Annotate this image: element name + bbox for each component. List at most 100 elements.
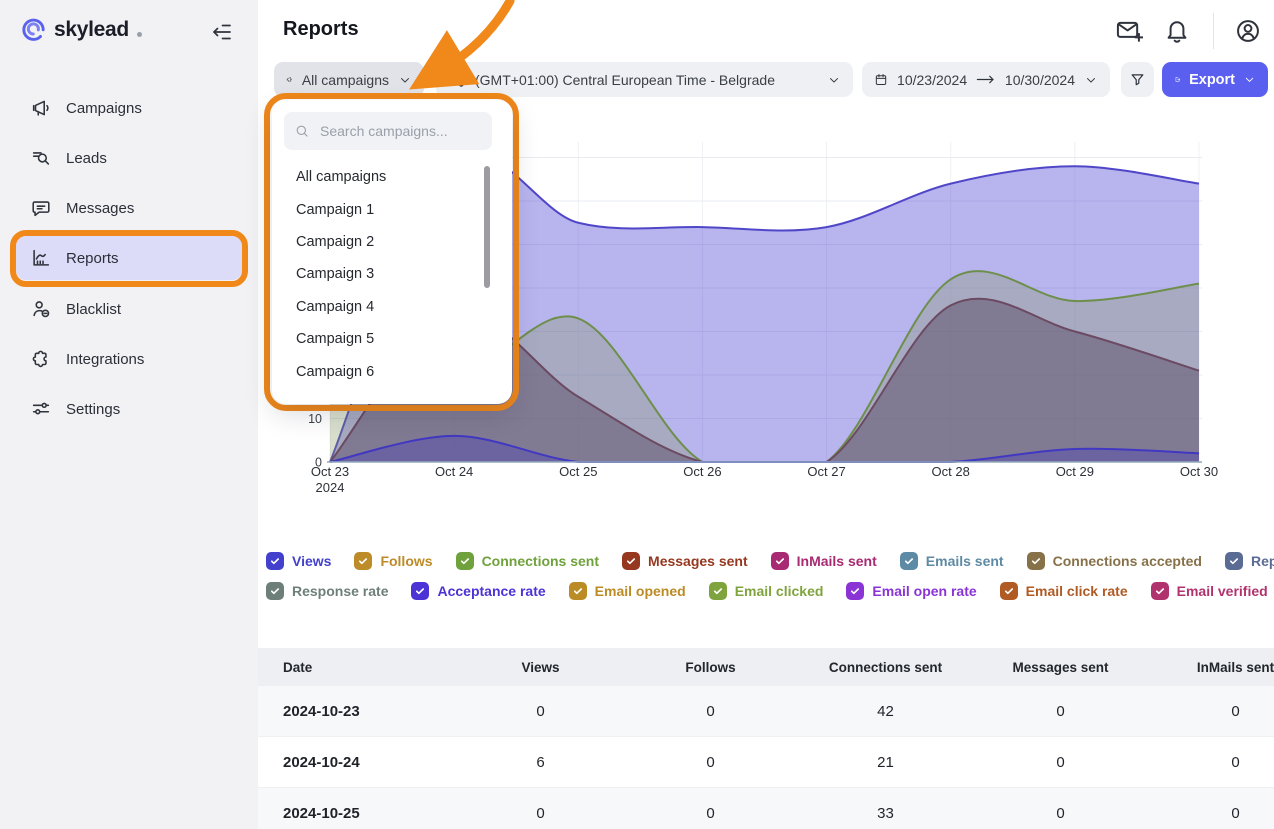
- legend-checkbox: [1027, 552, 1045, 570]
- campaign-option-4[interactable]: Campaign 4: [272, 291, 500, 323]
- campaign-option-0[interactable]: All campaigns: [272, 161, 500, 193]
- value-cell: 0: [1148, 805, 1274, 822]
- timezone-select[interactable]: (GMT+01:00) Central European Time - Belg…: [436, 62, 853, 97]
- clock-settings-icon: [448, 71, 466, 89]
- mail-plus-button[interactable]: [1115, 17, 1143, 45]
- account-button[interactable]: [1234, 17, 1262, 45]
- campaign-option-5[interactable]: Campaign 5: [272, 323, 500, 355]
- sidebar-item-messages[interactable]: Messages: [16, 186, 242, 230]
- svg-text:Oct 27: Oct 27: [807, 464, 845, 479]
- table-row-2024-10-24: 2024-10-24602100: [258, 737, 1274, 788]
- filter-button[interactable]: [1121, 62, 1154, 97]
- chart-legend-row-1: Views Follows Connections sent Messages sen…: [266, 552, 1274, 570]
- dropdown-scrollbar-thumb[interactable]: [484, 166, 490, 288]
- check-icon: [774, 555, 786, 567]
- notifications-button[interactable]: [1163, 17, 1191, 45]
- check-icon: [269, 585, 281, 597]
- legend-toggle-messages-sent[interactable]: Messages sent: [622, 552, 748, 570]
- puzzle-icon: [30, 348, 52, 370]
- collapse-sidebar-icon: [210, 20, 234, 44]
- legend-toggle-email-verified[interactable]: Email verified: [1151, 582, 1268, 600]
- legend-toggle-response-rate[interactable]: Response rate: [266, 582, 388, 600]
- legend-toggle-connections-sent[interactable]: Connections sent: [456, 552, 599, 570]
- value-cell: 42: [798, 703, 973, 720]
- legend-toggle-email-clicked[interactable]: Email clicked: [709, 582, 824, 600]
- svg-text:Oct 24: Oct 24: [435, 464, 473, 479]
- legend-checkbox: [354, 552, 372, 570]
- megaphone-icon: [30, 97, 52, 119]
- check-icon: [357, 555, 369, 567]
- sidebar-item-label: Integrations: [66, 351, 144, 368]
- sidebar-item-campaigns[interactable]: Campaigns: [16, 86, 242, 130]
- annotation-ring-reports: [10, 230, 248, 287]
- leads-search-icon: [30, 147, 52, 169]
- legend-checkbox: [266, 582, 284, 600]
- value-cell: 0: [623, 703, 798, 720]
- legend-toggle-emails-sent[interactable]: Emails sent: [900, 552, 1004, 570]
- legend-toggle-connections-accepted[interactable]: Connections accepted: [1027, 552, 1202, 570]
- check-icon: [572, 585, 584, 597]
- sidebar: skylead CampaignsLeadsMessagesReportsBla…: [0, 0, 258, 829]
- legend-toggle-inmails-sent[interactable]: InMails sent: [771, 552, 877, 570]
- campaign-option-1[interactable]: Campaign 1: [272, 193, 500, 225]
- column-header-messages-sent: Messages sent: [973, 660, 1148, 675]
- legend-checkbox: [411, 582, 429, 600]
- date-cell: 2024-10-25: [258, 805, 458, 822]
- sidebar-item-leads[interactable]: Leads: [16, 136, 242, 180]
- table-body: 2024-10-230042002024-10-246021002024-10-…: [258, 686, 1274, 829]
- legend-toggle-acceptance-rate[interactable]: Acceptance rate: [411, 582, 545, 600]
- legend-toggle-email-opened[interactable]: Email opened: [569, 582, 686, 600]
- legend-checkbox: [1151, 582, 1169, 600]
- legend-toggle-email-open-rate[interactable]: Email open rate: [846, 582, 976, 600]
- check-icon: [849, 585, 861, 597]
- svg-text:Oct 30: Oct 30: [1180, 464, 1218, 479]
- value-cell: 0: [623, 805, 798, 822]
- sidebar-item-blacklist[interactable]: Blacklist: [16, 287, 242, 331]
- date-range-picker[interactable]: 10/23/2024 10/30/2024: [862, 62, 1110, 97]
- search-campaigns-input[interactable]: [318, 122, 482, 140]
- check-icon: [712, 585, 724, 597]
- legend-checkbox: [622, 552, 640, 570]
- calendar-icon: [874, 71, 888, 88]
- sidebar-item-label: Settings: [66, 401, 120, 418]
- campaign-filter-button[interactable]: All campaigns: [274, 62, 424, 97]
- mail-plus-icon: [1115, 17, 1143, 45]
- legend-toggle-follows[interactable]: Follows: [354, 552, 432, 570]
- legend-toggle-views[interactable]: Views: [266, 552, 331, 570]
- value-cell: 0: [458, 703, 623, 720]
- sidebar-item-integrations[interactable]: Integrations: [16, 337, 242, 381]
- legend-checkbox: [569, 582, 587, 600]
- export-file-icon: [1174, 71, 1181, 88]
- logo-text: skylead: [54, 18, 129, 42]
- legend-checkbox: [266, 552, 284, 570]
- check-icon: [1030, 555, 1042, 567]
- value-cell: 0: [458, 805, 623, 822]
- collapse-sidebar-button[interactable]: [210, 19, 236, 45]
- check-icon: [1154, 585, 1166, 597]
- funnel-icon: [1129, 71, 1146, 88]
- legend-toggle-replies-received[interactable]: Replies received: [1225, 552, 1274, 570]
- chevron-down-icon: [1243, 73, 1256, 86]
- campaign-dropdown: All campaignsCampaign 1Campaign 2Campaig…: [272, 100, 512, 404]
- column-header-views: Views: [458, 660, 623, 675]
- date-cell: 2024-10-23: [258, 703, 458, 720]
- user-avatar-icon: [1234, 17, 1262, 45]
- campaign-option-3[interactable]: Campaign 3: [272, 258, 500, 290]
- chevron-down-icon: [398, 73, 412, 87]
- bell-icon: [1163, 17, 1191, 45]
- check-icon: [1003, 585, 1015, 597]
- value-cell: 0: [973, 754, 1148, 771]
- column-header-follows: Follows: [623, 660, 798, 675]
- svg-text:2024: 2024: [316, 480, 345, 495]
- chevron-down-icon: [1084, 73, 1098, 87]
- column-header-inmails-sent: InMails sent: [1148, 660, 1274, 675]
- sliders-icon: [30, 398, 52, 420]
- table-row-2024-10-23: 2024-10-23004200: [258, 686, 1274, 737]
- sidebar-item-settings[interactable]: Settings: [16, 387, 242, 431]
- skylead-logo: skylead: [20, 16, 142, 43]
- export-button[interactable]: Export: [1162, 62, 1268, 97]
- campaign-option-2[interactable]: Campaign 2: [272, 226, 500, 258]
- value-cell: 0: [623, 754, 798, 771]
- campaign-option-6[interactable]: Campaign 6: [272, 355, 500, 387]
- legend-toggle-email-click-rate[interactable]: Email click rate: [1000, 582, 1128, 600]
